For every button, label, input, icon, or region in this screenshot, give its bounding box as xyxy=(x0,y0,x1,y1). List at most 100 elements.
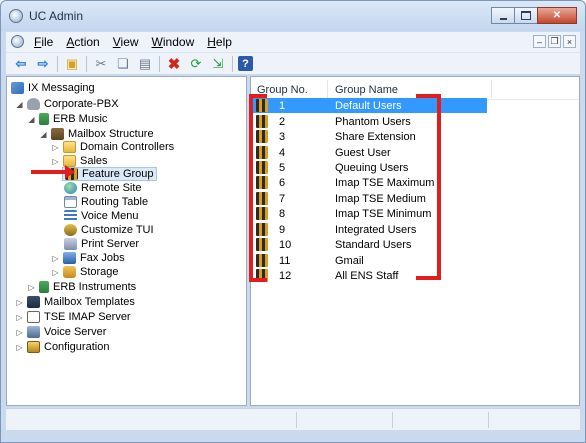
tree-item-label: IX Messaging xyxy=(28,82,95,94)
list-row[interactable]: 6 Imap TSE Maximum xyxy=(253,175,487,190)
tree-item-domain-controllers[interactable]: ▷ Domain Controllers xyxy=(51,140,174,154)
status-bar-pane xyxy=(296,412,392,428)
document-system-menu-icon[interactable] xyxy=(11,35,24,48)
mailbox-structure-icon xyxy=(51,128,64,140)
expand-arrow-icon[interactable]: ▷ xyxy=(51,143,60,152)
menu-help[interactable]: Help xyxy=(207,35,232,49)
forward-arrow-icon[interactable]: ⇨ xyxy=(34,56,52,72)
expand-arrow-icon[interactable]: ▷ xyxy=(15,343,24,352)
mdi-close-button[interactable]: × xyxy=(563,35,576,48)
tree-item-feature-group[interactable]: Feature Group xyxy=(62,167,157,181)
expand-arrow-icon[interactable]: ▷ xyxy=(15,328,24,337)
maximize-button[interactable] xyxy=(514,7,538,24)
paste-icon[interactable]: ▤ xyxy=(136,56,154,72)
collapse-arrow-icon[interactable]: ◢ xyxy=(27,115,36,124)
tree-item-voice-menu[interactable]: Voice Menu xyxy=(64,209,138,223)
tree-item-erb-music[interactable]: ◢ ERB Music xyxy=(27,112,107,126)
list-row[interactable]: 10 Standard Users xyxy=(253,237,487,252)
expand-arrow-icon[interactable]: ▷ xyxy=(51,254,60,263)
column-divider[interactable] xyxy=(327,80,328,98)
expand-arrow-icon[interactable]: ▷ xyxy=(51,157,60,166)
print-server-icon xyxy=(64,238,77,250)
group-number: 12 xyxy=(279,269,292,282)
mdi-minimize-button[interactable]: – xyxy=(533,35,546,48)
tree-item-voice-server[interactable]: ▷ Voice Server xyxy=(15,325,106,339)
tree-item-customize-tui[interactable]: Customize TUI xyxy=(64,223,154,237)
tree-item-remote-site[interactable]: Remote Site xyxy=(64,181,142,195)
collapse-arrow-icon[interactable]: ◢ xyxy=(15,100,24,109)
group-number: 3 xyxy=(279,130,286,143)
menu-window[interactable]: Window xyxy=(152,35,195,49)
expand-arrow-icon[interactable]: ▷ xyxy=(15,313,24,322)
mdi-restore-button[interactable]: ❐ xyxy=(548,35,561,48)
back-arrow-icon[interactable]: ⇦ xyxy=(12,56,30,72)
tree-item-configuration[interactable]: ▷ Configuration xyxy=(15,340,109,354)
voice-menu-icon xyxy=(64,210,77,222)
toolbar-separator xyxy=(232,55,233,72)
list-row[interactable]: 4 Guest User xyxy=(253,145,487,160)
tree-item-corporate-pbx[interactable]: ◢ Corporate-PBX xyxy=(15,97,119,111)
tree-item-sales[interactable]: ▷ Sales xyxy=(51,154,108,168)
uc-admin-window: UC Admin ✕ File Action View Window Help … xyxy=(0,0,586,443)
erb-music-icon xyxy=(39,113,49,125)
list-row[interactable]: 1 Default Users xyxy=(253,98,487,113)
list-row[interactable]: 7 Imap TSE Medium xyxy=(253,191,487,206)
tree-item-label: Mailbox Templates xyxy=(44,296,135,308)
tree-item-routing-table[interactable]: Routing Table xyxy=(64,195,148,209)
column-header-group-name[interactable]: Group Name xyxy=(335,84,398,96)
tree-item-print-server[interactable]: Print Server xyxy=(64,237,139,251)
table-icon xyxy=(64,196,77,208)
tree-item-mailbox-structure[interactable]: ◢ Mailbox Structure xyxy=(39,127,154,141)
tree-item-erb-instruments[interactable]: ▷ ERB Instruments xyxy=(27,280,136,294)
tree-item-fax-jobs[interactable]: ▷ Fax Jobs xyxy=(51,251,125,265)
tree-item-label: Print Server xyxy=(81,238,140,250)
menu-view[interactable]: View xyxy=(113,35,139,49)
cut-icon[interactable]: ✂ xyxy=(92,56,110,72)
group-name: Phantom Users xyxy=(335,115,411,128)
list-row[interactable]: 2 Phantom Users xyxy=(253,114,487,129)
minimize-button[interactable] xyxy=(491,7,515,24)
list-row[interactable]: 11 Gmail xyxy=(253,253,487,268)
list-row[interactable]: 12 All ENS Staff xyxy=(253,268,487,283)
storage-icon xyxy=(63,266,76,278)
menu-action[interactable]: Action xyxy=(66,35,99,49)
close-button[interactable]: ✕ xyxy=(537,7,577,24)
expand-arrow-icon[interactable]: ▷ xyxy=(15,298,24,307)
up-folder-icon[interactable]: ▣ xyxy=(63,56,81,72)
tree-item-mailbox-templates[interactable]: ▷ Mailbox Templates xyxy=(15,295,135,309)
list-row[interactable]: 3 Share Extension xyxy=(253,129,487,144)
tree-item-label: ERB Instruments xyxy=(53,281,137,293)
list-row[interactable]: 5 Queuing Users xyxy=(253,160,487,175)
list-row[interactable]: 9 Integrated Users xyxy=(253,222,487,237)
navigation-tree[interactable]: IX Messaging ◢ Corporate-PBX ◢ ERB Music… xyxy=(6,76,247,406)
expand-arrow-icon[interactable]: ▷ xyxy=(27,283,36,292)
menu-file[interactable]: File xyxy=(34,35,53,49)
status-bar-pane xyxy=(392,412,488,428)
delete-icon[interactable]: ✖ xyxy=(165,56,183,73)
customize-tui-icon xyxy=(64,224,77,236)
tree-item-tse-imap-server[interactable]: ▷ TSE IMAP Server xyxy=(15,310,131,324)
toolbar-separator xyxy=(57,55,58,72)
tree-item-ix-messaging[interactable]: IX Messaging xyxy=(11,81,95,95)
group-number: 5 xyxy=(279,161,286,174)
help-icon[interactable]: ? xyxy=(238,56,253,71)
copy-icon[interactable]: ❏ xyxy=(114,56,132,72)
tree-item-label: Voice Menu xyxy=(81,210,139,222)
column-divider[interactable] xyxy=(491,80,492,98)
expand-arrow-icon[interactable]: ▷ xyxy=(51,268,60,277)
tree-item-label: Sales xyxy=(80,155,108,167)
title-bar[interactable]: UC Admin ✕ xyxy=(1,1,585,31)
group-number: 4 xyxy=(279,146,286,159)
window-controls: ✕ xyxy=(491,7,577,24)
group-name: Default Users xyxy=(335,99,402,112)
annotation-arrow xyxy=(31,165,75,179)
export-icon[interactable]: ⇲ xyxy=(209,56,227,72)
list-row[interactable]: 8 Imap TSE Minimum xyxy=(253,206,487,221)
collapse-arrow-icon[interactable]: ◢ xyxy=(39,130,48,139)
toolbar: ⇦ ⇨ ▣ ✂ ❏ ▤ ✖ ⟳ ⇲ ? xyxy=(6,52,580,74)
tree-item-storage[interactable]: ▷ Storage xyxy=(51,265,119,279)
feature-group-list[interactable]: Group No. Group Name 1 Default Users 2 P… xyxy=(250,76,580,406)
tree-item-label: Feature Group xyxy=(82,168,154,180)
tree-item-label: TSE IMAP Server xyxy=(44,311,131,323)
refresh-icon[interactable]: ⟳ xyxy=(187,56,205,72)
